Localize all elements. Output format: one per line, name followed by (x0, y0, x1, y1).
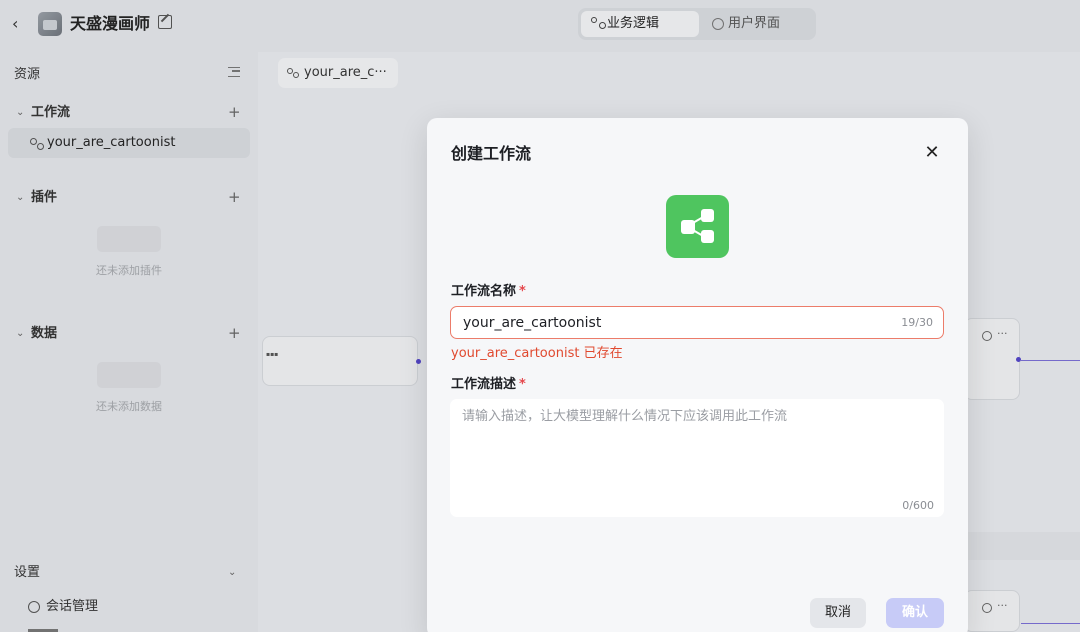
dialog-title: 创建工作流 (451, 144, 532, 163)
required-mark: * (519, 377, 526, 392)
description-label: 工作流描述 * (451, 377, 526, 392)
workflow-avatar-icon[interactable] (666, 195, 729, 258)
workflow-name-input[interactable]: your_are_cartoonist 19/30 (450, 306, 944, 339)
name-label: 工作流名称 * (451, 284, 526, 299)
name-char-count: 19/30 (901, 316, 933, 329)
cancel-button[interactable]: 取消 (810, 598, 866, 628)
name-input-value: your_are_cartoonist (463, 315, 602, 331)
confirm-button[interactable]: 确认 (886, 598, 944, 628)
create-workflow-dialog: 创建工作流 ✕ 工作流名称 * your_are_cartoonist 19/30… (427, 118, 968, 632)
close-icon[interactable]: ✕ (922, 143, 942, 163)
description-char-count: 0/600 (902, 499, 934, 512)
workflow-description-input[interactable]: 请输入描述，让大模型理解什么情况下应该调用此工作流 0/600 (450, 399, 944, 517)
description-placeholder: 请输入描述，让大模型理解什么情况下应该调用此工作流 (462, 409, 788, 424)
required-mark: * (519, 284, 526, 299)
name-error-message: your_are_cartoonist 已存在 (451, 346, 623, 361)
